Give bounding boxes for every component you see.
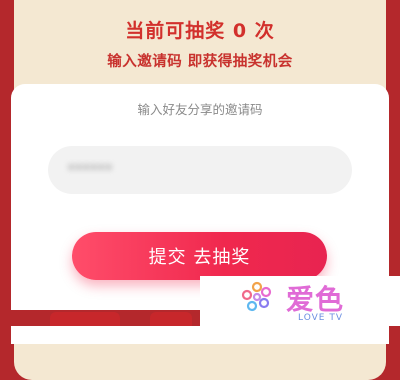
watermark-brand: 爱色 [286, 283, 345, 316]
watermark: 爱色 LOVE TV [200, 276, 400, 326]
watermark-sub: LOVE TV [298, 313, 343, 323]
invite-code-input[interactable]: ****** [48, 146, 352, 194]
invite-code-value: ****** [68, 162, 113, 178]
submit-draw-button[interactable]: 提交 去抽奖 [72, 232, 327, 280]
bottom-tab-right [150, 312, 192, 326]
invite-subtitle: 输入邀请码 即获得抽奖机会 [107, 54, 293, 70]
flower-logo-icon [241, 281, 272, 312]
draw-count-text: 当前可抽奖 0 次 [125, 20, 275, 42]
dialog-title: 输入好友分享的邀请码 [137, 102, 263, 117]
bottom-tab-left [50, 312, 120, 326]
